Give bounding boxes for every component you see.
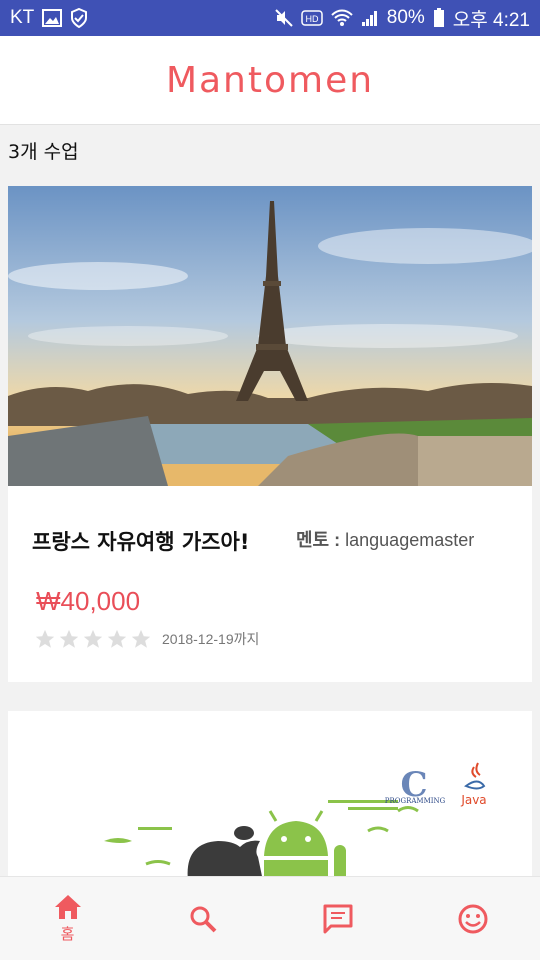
nav-home-label: 홈	[60, 925, 75, 943]
eiffel-tower-image	[8, 186, 532, 486]
class-deadline: 2018-12-19까지	[162, 631, 260, 647]
star-icon	[131, 629, 151, 648]
star-icon	[83, 629, 103, 648]
mentor-name: languagemaster	[345, 530, 475, 550]
search-icon	[190, 906, 216, 932]
star-icon	[107, 629, 127, 648]
c-programming-label: PROGRAMMING	[385, 797, 446, 805]
hd-icon: HD	[301, 10, 323, 26]
mentor-label: 멘토 :	[296, 530, 341, 550]
mute-icon	[275, 9, 293, 27]
carrier-label: KT	[10, 7, 35, 28]
shield-check-icon	[70, 8, 88, 28]
battery-icon	[433, 8, 445, 28]
clock: 오후 4:21	[452, 9, 530, 31]
nav-messages[interactable]	[270, 877, 405, 960]
battery-percent: 80%	[386, 7, 425, 28]
programming-course-image: C PROGRAMMING Java	[8, 711, 532, 881]
star-rating: 2018-12-19까지	[34, 628, 259, 650]
gallery-icon	[42, 9, 63, 27]
mentor-info: 멘토 : languagemaster	[296, 526, 474, 552]
wifi-icon	[331, 9, 353, 27]
star-icon	[35, 629, 55, 648]
smiley-icon	[458, 904, 487, 933]
class-count: 3개 수업	[8, 141, 79, 163]
class-card[interactable]: 프랑스 자유여행 가즈아! 멘토 : languagemaster ₩40,00…	[8, 186, 532, 682]
nav-profile[interactable]	[405, 877, 540, 960]
home-icon	[54, 895, 81, 919]
class-title: 프랑스 자유여행 가즈아!	[32, 530, 250, 554]
signal-icon	[361, 9, 379, 27]
status-bar: KT HD 80% 오후 4:21	[0, 0, 540, 36]
class-card[interactable]: C PROGRAMMING Java	[8, 711, 532, 881]
class-price: ₩40,000	[36, 586, 141, 616]
app-header: Mantomen	[0, 36, 540, 125]
nav-home[interactable]: 홈	[0, 877, 135, 960]
app-logo: Mantomen	[165, 59, 375, 101]
nav-search[interactable]	[135, 877, 270, 960]
star-icon	[59, 629, 79, 648]
java-label: Java	[460, 793, 486, 807]
bottom-navigation: 홈	[0, 876, 540, 960]
svg-text:HD: HD	[305, 14, 318, 24]
chat-icon	[323, 904, 352, 933]
